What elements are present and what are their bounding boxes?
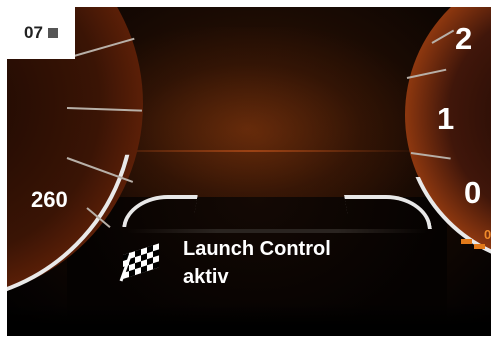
message-line-1: Launch Control bbox=[183, 238, 331, 260]
launch-control-message: Launch Control aktiv bbox=[117, 235, 331, 291]
tachometer-label: 2 bbox=[455, 21, 473, 56]
message-line-2: aktiv bbox=[183, 266, 229, 288]
rpm-indicator-segment bbox=[474, 244, 485, 249]
square-icon bbox=[47, 28, 58, 38]
bottom-shade bbox=[7, 303, 491, 336]
figure-number-tag: 07 bbox=[7, 7, 75, 59]
rpm-indicator-segment bbox=[461, 239, 472, 244]
figure-number: 07 bbox=[24, 23, 43, 42]
tachometer-sub-label: 0 bbox=[484, 227, 491, 242]
tachometer-label: 1 bbox=[437, 101, 455, 136]
launch-control-text: Launch Control aktiv bbox=[183, 235, 331, 291]
speedometer-label: 260 bbox=[31, 187, 68, 212]
tachometer-label: 0 bbox=[464, 175, 482, 210]
checkered-flag-icon bbox=[119, 243, 159, 282]
instrument-cluster-display: 260 2 1 0 0 Launch Control aktiv 07 bbox=[7, 7, 491, 336]
center-ring-inner-rim bbox=[127, 229, 427, 233]
